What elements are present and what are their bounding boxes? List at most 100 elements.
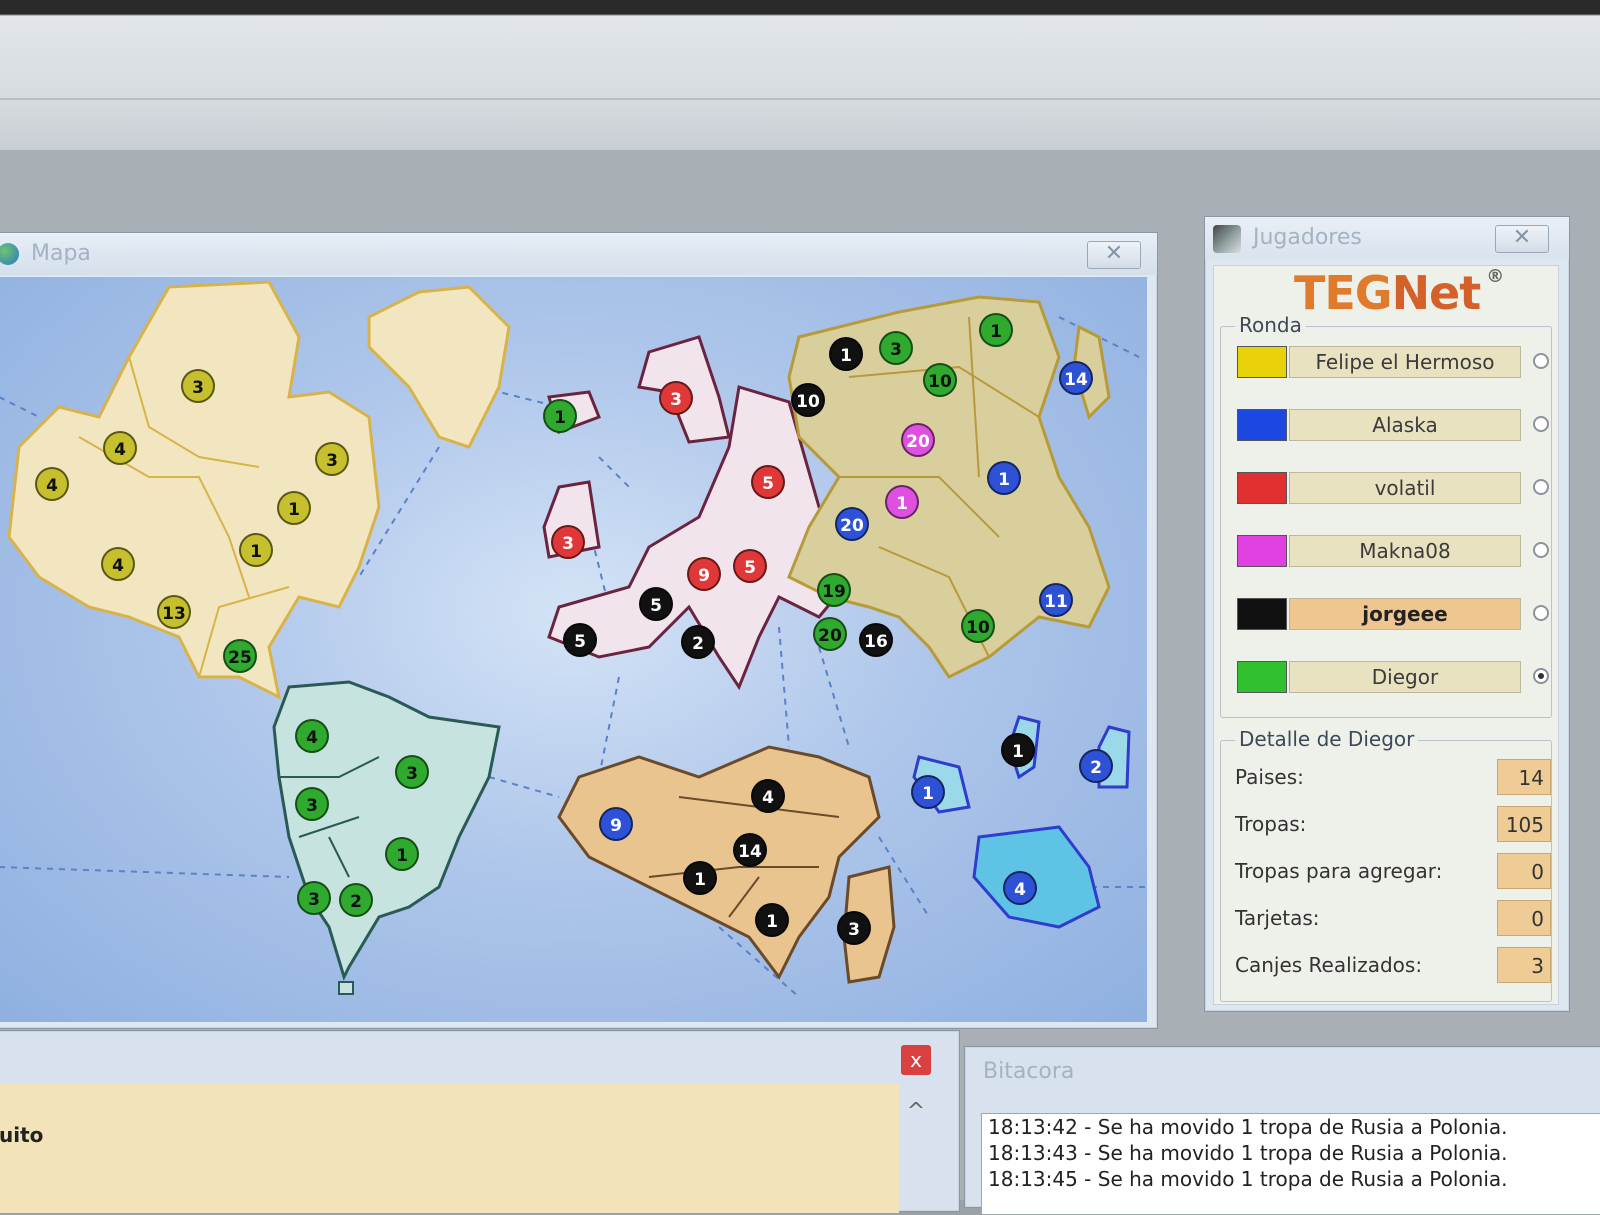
army-marker[interactable]: 3 [395,755,429,789]
tegnet-logo: TEGNet ® [1294,266,1504,320]
army-marker[interactable]: 3 [551,525,585,559]
player-row[interactable]: Felipe el Hermoso [1237,345,1553,379]
army-marker[interactable]: 2 [681,625,715,659]
stat-value: 0 [1497,853,1551,889]
players-window-titlebar[interactable]: Jugadores ✕ [1205,217,1569,259]
army-marker[interactable]: 3 [659,381,693,415]
player-radio[interactable] [1533,416,1549,432]
army-marker[interactable]: 1 [239,533,273,567]
army-marker[interactable]: 1 [979,313,1013,347]
player-radio[interactable] [1533,353,1549,369]
army-marker[interactable]: 3 [295,787,329,821]
chat-body[interactable]: uito [0,1083,899,1213]
army-marker[interactable]: 13 [157,595,191,629]
army-marker[interactable]: 1 [543,399,577,433]
army-marker[interactable]: 1 [885,485,919,519]
army-marker[interactable]: 1 [277,491,311,525]
chat-partial-text: uito [0,1123,44,1147]
stat-row: Tropas para agregar: 0 [1235,853,1551,893]
army-marker[interactable]: 11 [1039,583,1073,617]
logo-registered: ® [1486,266,1504,287]
army-marker[interactable]: 3 [315,442,349,476]
log-line: 18:13:45 - Se ha movido 1 tropa de Rusia… [988,1167,1508,1191]
army-marker[interactable]: 14 [733,833,767,867]
player-radio[interactable] [1533,479,1549,495]
stat-row: Tropas: 105 [1235,806,1551,846]
logo-teg: TEG [1294,266,1393,320]
army-marker[interactable]: 4 [103,431,137,465]
army-marker[interactable]: 10 [791,383,825,417]
army-marker[interactable]: 25 [223,639,257,673]
army-marker[interactable]: 14 [1059,361,1093,395]
stat-label: Tropas: [1235,812,1307,836]
stat-label: Canjes Realizados: [1235,953,1423,977]
player-radio[interactable] [1533,605,1549,621]
army-marker[interactable]: 3 [297,881,331,915]
army-marker[interactable]: 10 [961,609,995,643]
stat-value: 0 [1497,900,1551,936]
players-close-button[interactable]: ✕ [1495,225,1549,253]
army-marker[interactable]: 19 [817,573,851,607]
army-marker[interactable]: 2 [1079,749,1113,783]
round-label: Ronda [1235,313,1306,337]
army-marker[interactable]: 4 [751,779,785,813]
army-marker[interactable]: 2 [339,883,373,917]
player-name: Diegor [1289,661,1521,693]
army-marker[interactable]: 1 [829,337,863,371]
army-marker[interactable]: 1 [1001,733,1035,767]
players-window: Jugadores ✕ TEGNet ® Ronda Felipe el Herm… [1204,216,1570,1012]
stat-row: Paises: 14 [1235,759,1551,799]
player-radio[interactable] [1533,668,1549,684]
player-row[interactable]: Makna08 [1237,534,1553,568]
army-marker[interactable]: 1 [755,903,789,937]
army-marker[interactable]: 4 [35,467,69,501]
army-marker[interactable]: 3 [879,331,913,365]
army-marker[interactable]: 1 [683,861,717,895]
players-window-title: Jugadores [1253,225,1362,250]
army-marker[interactable]: 5 [751,465,785,499]
army-marker[interactable]: 10 [923,363,957,397]
player-row[interactable]: volatil [1237,471,1553,505]
army-marker[interactable]: 20 [901,423,935,457]
player-radio[interactable] [1533,542,1549,558]
map-window-titlebar[interactable]: Mapa ✕ [0,233,1157,275]
army-marker[interactable]: 3 [181,369,215,403]
log-window-title: Bitacora [983,1059,1075,1084]
stat-value: 3 [1497,947,1551,983]
stat-value: 14 [1497,759,1551,795]
chat-close-button[interactable]: x [901,1045,931,1075]
stat-label: Tarjetas: [1235,906,1320,930]
player-color-swatch [1237,535,1287,567]
army-marker[interactable]: 4 [295,719,329,753]
army-marker[interactable]: 3 [837,911,871,945]
player-name: Makna08 [1289,535,1521,567]
army-marker[interactable]: 9 [599,807,633,841]
log-line: 18:13:42 - Se ha movido 1 tropa de Rusia… [988,1115,1508,1139]
stat-label: Tropas para agregar: [1235,859,1443,883]
army-marker[interactable]: 1 [911,775,945,809]
army-marker[interactable]: 4 [101,547,135,581]
map-close-button[interactable]: ✕ [1087,241,1141,269]
stat-label: Paises: [1235,765,1304,789]
army-marker[interactable]: 1 [987,461,1021,495]
army-marker[interactable]: 9 [687,557,721,591]
log-window: Bitacora 18:13:42 - Se ha movido 1 tropa… [964,1046,1600,1215]
army-marker[interactable]: 4 [1003,871,1037,905]
army-marker[interactable]: 16 [859,623,893,657]
army-marker[interactable]: 20 [813,617,847,651]
player-row[interactable]: Alaska [1237,408,1553,442]
army-marker[interactable]: 5 [733,549,767,583]
log-window-titlebar[interactable]: Bitacora [965,1047,1600,1091]
army-marker[interactable]: 1 [385,837,419,871]
world-map[interactable]: 3 4 4 3 1 1 4 13 25 4 3 3 1 3 2 1 3 3 5 5 9 5 5 2 1 3 1 10 10 14 20 1 1 2… [0,277,1147,1022]
scroll-up-arrow-icon[interactable]: ^ [901,1097,931,1127]
map-window: Mapa ✕ 3 4 4 3 1 1 4 13 25 4 3 3 1 3 2 1… [0,232,1158,1029]
army-marker[interactable]: 5 [639,587,673,621]
player-row[interactable]: jorgeee [1237,597,1553,631]
desktop-top-band [0,0,1600,150]
detail-group: Detalle de Diegor Paises: 14 Tropas: 105 Tro… [1220,727,1552,1002]
army-marker[interactable]: 5 [563,623,597,657]
army-marker[interactable]: 20 [835,507,869,541]
player-row[interactable]: Diegor [1237,660,1553,694]
player-color-swatch [1237,346,1287,378]
